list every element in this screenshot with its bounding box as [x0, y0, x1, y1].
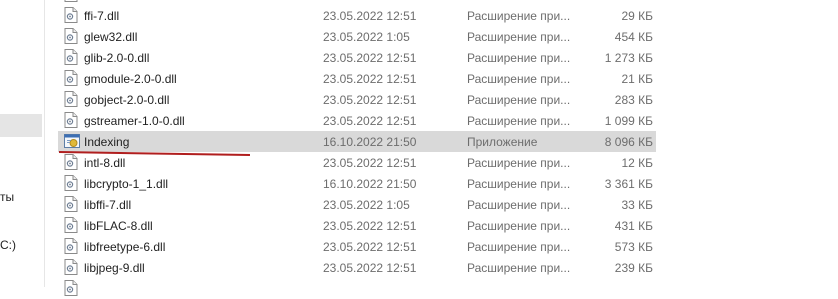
- file-row[interactable]: libfreetype-6.dll 23.05.2022 12:51 Расшире…: [58, 236, 656, 257]
- file-type: Расширение при...: [467, 156, 571, 170]
- file-size: 573 КБ: [614, 240, 653, 254]
- file-size: 8 096 КБ: [604, 135, 653, 149]
- dll-file-icon: [64, 112, 78, 128]
- dll-file-icon: [64, 0, 78, 2]
- dll-file-icon: [64, 217, 78, 233]
- file-date-modified: 23.05.2022 12:51: [323, 219, 417, 233]
- file-row[interactable]: ffi-7.dll 23.05.2022 12:51 Расширение при.…: [58, 5, 656, 26]
- file-name: Indexing: [84, 135, 130, 149]
- file-size: 454 КБ: [614, 30, 653, 44]
- file-row[interactable]: gobject-2.0-0.dll 23.05.2022 12:51 Расшире…: [58, 89, 656, 110]
- file-type: Расширение при...: [467, 30, 571, 44]
- file-row[interactable]: glew32.dll 23.05.2022 1:05 Расширение при.…: [58, 26, 656, 47]
- file-type: Расширение при...: [467, 72, 571, 86]
- file-name: libfreetype-6.dll: [84, 240, 166, 254]
- file-date-modified: 23.05.2022 12:51: [323, 240, 417, 254]
- dll-file-icon: [64, 154, 78, 170]
- navigation-pane[interactable]: ты C:): [0, 0, 45, 287]
- file-name: glew32.dll: [84, 30, 138, 44]
- dll-file-icon: [64, 196, 78, 212]
- file-name: libffi-7.dll: [84, 198, 132, 212]
- dll-file-icon: [64, 238, 78, 254]
- file-size: 283 КБ: [614, 93, 653, 107]
- file-size: 1 273 КБ: [604, 51, 653, 65]
- file-date-modified: 23.05.2022 1:05: [323, 198, 410, 212]
- file-type: Приложение: [467, 135, 538, 149]
- file-name: intl-8.dll: [84, 156, 126, 170]
- dll-file-icon: [64, 7, 78, 23]
- file-date-modified: 23.05.2022 12:51: [323, 114, 417, 128]
- file-type: Расширение при...: [467, 114, 571, 128]
- file-size: 1 099 КБ: [604, 114, 653, 128]
- file-type: Расширение при...: [467, 51, 571, 65]
- file-date-modified: 23.05.2022 12:51: [323, 51, 417, 65]
- file-date-modified: 23.05.2022 12:51: [323, 261, 417, 275]
- dll-file-icon: [64, 91, 78, 107]
- file-row[interactable]: glib-2.0-0.dll 23.05.2022 12:51 Расширение…: [58, 47, 656, 68]
- file-date-modified: 23.05.2022 12:51: [323, 9, 417, 23]
- file-name: libjpeg-9.dll: [84, 261, 145, 275]
- file-date-modified: 23.05.2022 12:51: [323, 93, 417, 107]
- file-size: 33 КБ: [621, 198, 653, 212]
- file-name: gobject-2.0-0.dll: [84, 93, 170, 107]
- file-type: Расширение при...: [467, 219, 571, 233]
- file-date-modified: 23.05.2022 12:51: [323, 72, 417, 86]
- file-type: Расширение при...: [467, 198, 571, 212]
- file-row[interactable]: [58, 278, 656, 299]
- nav-item-selected[interactable]: [0, 114, 42, 137]
- dll-file-icon: [64, 28, 78, 44]
- file-date-modified: 16.10.2022 21:50: [323, 135, 417, 149]
- file-row[interactable]: Indexing 16.10.2022 21:50 Приложение 8 096 …: [58, 131, 656, 152]
- dll-file-icon: [64, 259, 78, 275]
- file-size: 29 КБ: [621, 9, 653, 23]
- file-type: Расширение при...: [467, 261, 571, 275]
- file-date-modified: 16.10.2022 21:50: [323, 177, 417, 191]
- file-name: libcrypto-1_1.dll: [84, 177, 169, 191]
- application-icon: [64, 133, 80, 149]
- file-name: gmodule-2.0-0.dll: [84, 72, 177, 86]
- file-row[interactable]: libjpeg-9.dll 23.05.2022 12:51 Расширение …: [58, 257, 656, 278]
- file-row[interactable]: libffi-7.dll 23.05.2022 1:05 Расширение пр…: [58, 194, 656, 215]
- file-row[interactable]: gstreamer-1.0-0.dll 23.05.2022 12:51 Расши…: [58, 110, 656, 131]
- file-type: Расширение при...: [467, 9, 571, 23]
- file-size: 21 КБ: [621, 72, 653, 86]
- file-name: libFLAC-8.dll: [84, 219, 153, 233]
- file-type: Расширение при...: [467, 240, 571, 254]
- file-size: 239 КБ: [614, 261, 653, 275]
- dll-file-icon: [64, 280, 78, 296]
- file-size: 12 КБ: [621, 156, 653, 170]
- file-row[interactable]: libFLAC-8.dll 23.05.2022 12:51 Расширение …: [58, 215, 656, 236]
- file-row[interactable]: intl-8.dll 23.05.2022 12:51 Расширение при…: [58, 152, 656, 173]
- file-name: gstreamer-1.0-0.dll: [84, 114, 185, 128]
- file-type: Расширение при...: [467, 93, 571, 107]
- file-date-modified: 23.05.2022 12:51: [323, 156, 417, 170]
- file-row[interactable]: gmodule-2.0-0.dll 23.05.2022 12:51 Расшире…: [58, 68, 656, 89]
- file-size: 3 361 КБ: [604, 177, 653, 191]
- dll-file-icon: [64, 49, 78, 65]
- file-type: Расширение при...: [467, 177, 571, 191]
- dll-file-icon: [64, 70, 78, 86]
- file-list: ffi-7.dll 23.05.2022 12:51 Расширение при.…: [58, 0, 658, 296]
- file-name: ffi-7.dll: [84, 9, 120, 23]
- file-date-modified: 23.05.2022 1:05: [323, 30, 410, 44]
- dll-file-icon: [64, 175, 78, 191]
- file-name: glib-2.0-0.dll: [84, 51, 150, 65]
- nav-item-drive-c[interactable]: C:): [0, 238, 16, 252]
- file-row[interactable]: libcrypto-1_1.dll 16.10.2022 21:50 Расшире…: [58, 173, 656, 194]
- nav-item-label[interactable]: ты: [0, 190, 14, 204]
- file-size: 431 КБ: [614, 219, 653, 233]
